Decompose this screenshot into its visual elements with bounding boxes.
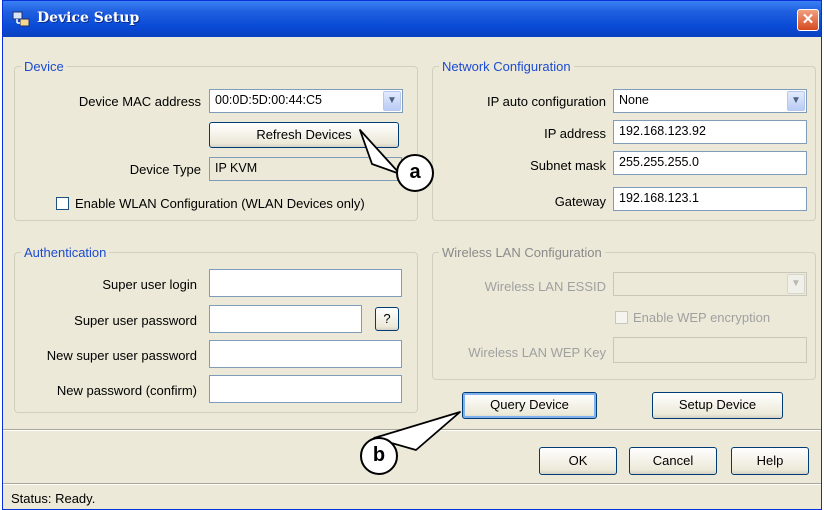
callout-a: a [396,154,434,192]
callout-lines [359,129,461,451]
callout-b: b [360,437,398,475]
